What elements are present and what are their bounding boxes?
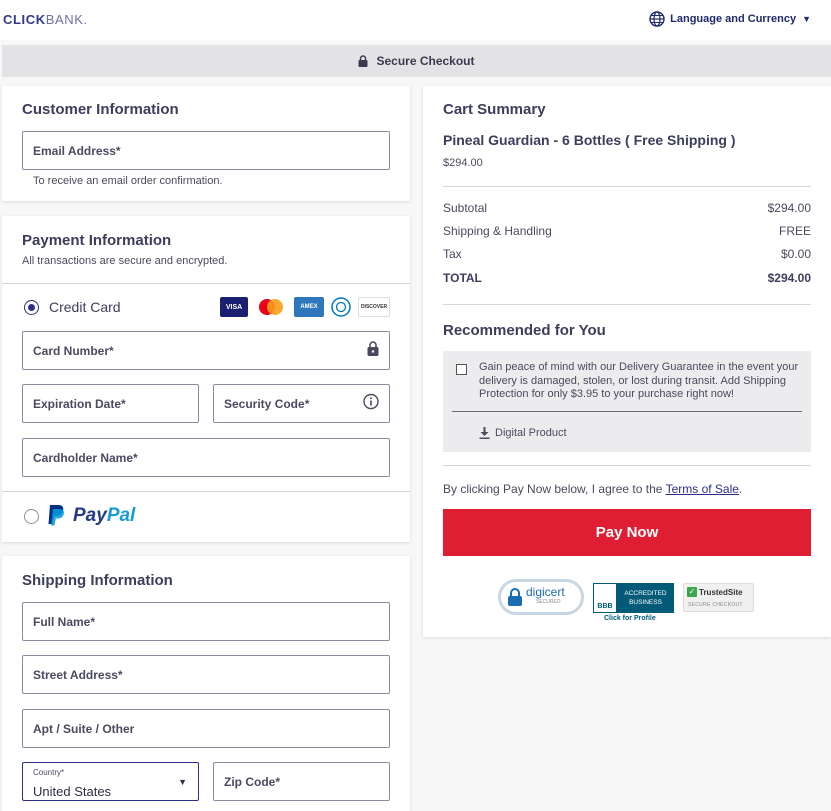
digital-product-tag: Digital Product bbox=[479, 427, 567, 439]
paypal-radio[interactable] bbox=[24, 509, 39, 524]
subtotal-row: Subtotal $294.00 bbox=[443, 201, 811, 215]
globe-icon bbox=[649, 11, 665, 27]
paypal-icon bbox=[48, 505, 64, 526]
shipping-row: Shipping & Handling FREE bbox=[443, 224, 811, 238]
shipping-protection-checkbox[interactable] bbox=[456, 364, 467, 375]
bbb-line2: BUSINESS bbox=[629, 599, 662, 606]
trustedsite-text: TrustedSite bbox=[699, 587, 743, 597]
discover-icon: DISCOVER bbox=[358, 297, 390, 317]
check-icon: ✓ bbox=[687, 587, 697, 597]
product-name: Pineal Guardian - 6 Bottles ( Free Shipp… bbox=[443, 132, 736, 148]
expiration-date-field[interactable]: Expiration Date* bbox=[22, 384, 199, 423]
expiration-date-label: Expiration Date* bbox=[33, 396, 126, 411]
lock-icon bbox=[367, 340, 379, 361]
bbb-badge[interactable]: BBB ACCREDITED BUSINESS bbox=[593, 583, 674, 613]
country-value: United States bbox=[33, 784, 112, 799]
country-select[interactable]: Country* United States ▼ bbox=[22, 762, 199, 801]
street-address-field[interactable]: Street Address* bbox=[22, 655, 390, 694]
apt-suite-field[interactable]: Apt / Suite / Other bbox=[22, 709, 390, 748]
email-field-label: Email Address* bbox=[33, 143, 121, 158]
lock-icon bbox=[508, 588, 522, 606]
shipping-info-title: Shipping Information bbox=[22, 572, 173, 589]
security-code-label: Security Code* bbox=[224, 396, 310, 411]
shipping-protection-text: Gain peace of mind with our Delivery Gua… bbox=[479, 361, 799, 400]
divider bbox=[443, 186, 811, 187]
payment-info-subtitle: All transactions are secure and encrypte… bbox=[22, 255, 228, 267]
recommended-title: Recommended for You bbox=[443, 322, 606, 339]
apt-suite-label: Apt / Suite / Other bbox=[33, 721, 135, 736]
download-icon bbox=[479, 427, 490, 439]
security-code-field[interactable]: Security Code* bbox=[213, 384, 390, 423]
paypal-pay-text: Pay bbox=[73, 505, 107, 526]
cardholder-name-field[interactable]: Cardholder Name* bbox=[22, 438, 390, 477]
language-currency-selector[interactable]: Language and Currency ▼ bbox=[649, 11, 811, 27]
payment-info-title: Payment Information bbox=[22, 232, 172, 249]
divider bbox=[452, 411, 802, 412]
digicert-sub: SECURED bbox=[536, 599, 561, 605]
paypal-option[interactable]: PayPal bbox=[46, 504, 135, 528]
zip-code-field[interactable]: Zip Code* bbox=[213, 762, 390, 801]
credit-card-radio[interactable] bbox=[24, 300, 39, 315]
customer-info-title: Customer Information bbox=[22, 101, 179, 118]
product-price: $294.00 bbox=[443, 157, 483, 169]
pay-now-button[interactable]: Pay Now bbox=[443, 509, 811, 556]
paypal-pal-text: Pal bbox=[106, 505, 136, 526]
digicert-text: digicert bbox=[526, 585, 565, 599]
street-address-label: Street Address* bbox=[33, 667, 123, 682]
bbb-click-label[interactable]: Click for Profile bbox=[604, 615, 656, 622]
secure-checkout-bar: Secure Checkout bbox=[2, 45, 831, 77]
chevron-down-icon: ▼ bbox=[802, 14, 811, 24]
full-name-field[interactable]: Full Name* bbox=[22, 602, 390, 641]
bbb-logo: BBB bbox=[593, 583, 617, 613]
bbb-line1: ACCREDITED bbox=[624, 590, 667, 597]
amex-icon: AMEX bbox=[294, 297, 324, 317]
visa-icon: VISA bbox=[220, 297, 248, 317]
card-number-field[interactable]: Card Number* bbox=[22, 331, 390, 370]
credit-card-label[interactable]: Credit Card bbox=[49, 299, 121, 315]
country-label: Country* bbox=[33, 768, 65, 777]
trustedsite-badge[interactable]: ✓ TrustedSite SECURE CHECKOUT bbox=[683, 583, 754, 612]
divider bbox=[2, 491, 410, 492]
total-row: TOTAL $294.00 bbox=[443, 271, 811, 285]
trustedsite-sub: SECURE CHECKOUT bbox=[688, 602, 743, 608]
terms-of-sale-link[interactable]: Terms of Sale bbox=[666, 482, 739, 496]
card-number-label: Card Number* bbox=[33, 343, 114, 358]
diners-icon bbox=[331, 297, 351, 317]
email-field[interactable]: Email Address* bbox=[22, 131, 390, 170]
top-bar: CLICKBANK. Language and Currency ▼ bbox=[0, 0, 831, 40]
tax-row: Tax $0.00 bbox=[443, 247, 811, 261]
clickbank-logo[interactable]: CLICKBANK. bbox=[3, 12, 88, 27]
full-name-label: Full Name* bbox=[33, 614, 96, 629]
cart-summary-title: Cart Summary bbox=[443, 101, 546, 118]
secure-checkout-label: Secure Checkout bbox=[376, 54, 475, 68]
divider bbox=[443, 304, 811, 305]
language-currency-label: Language and Currency bbox=[670, 13, 797, 25]
divider bbox=[2, 283, 410, 284]
digicert-badge[interactable]: digicert SECURED bbox=[498, 579, 584, 615]
zip-code-label: Zip Code* bbox=[224, 774, 280, 789]
email-hint: To receive an email order confirmation. bbox=[33, 175, 223, 187]
mastercard-icon bbox=[256, 297, 286, 317]
lock-icon bbox=[358, 55, 368, 67]
terms-text: By clicking Pay Now below, I agree to th… bbox=[443, 482, 743, 496]
info-icon[interactable] bbox=[363, 393, 379, 414]
divider bbox=[443, 465, 811, 466]
cardholder-name-label: Cardholder Name* bbox=[33, 450, 138, 465]
chevron-down-icon: ▼ bbox=[178, 777, 187, 787]
